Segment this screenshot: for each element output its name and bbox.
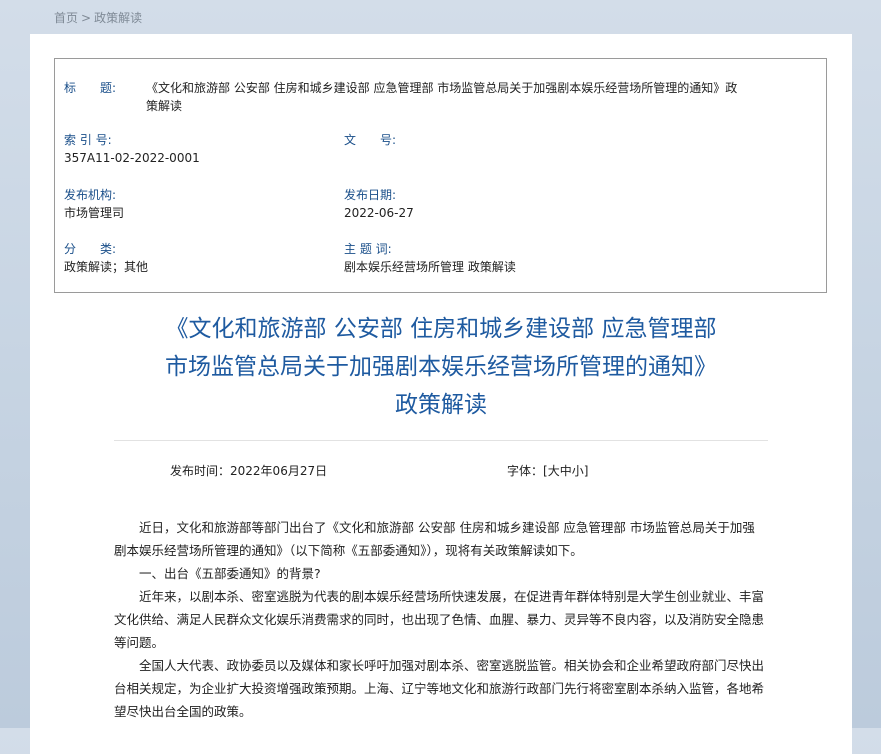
meta-agency-label: 发布机构: [64, 188, 117, 202]
meta-docno-cell: 文 号: [344, 131, 396, 149]
meta-keywords-cell: 主 题 词: 剧本娱乐经营场所管理 政策解读 [344, 240, 516, 276]
meta-category-cell: 分 类: 政策解读；其他 [64, 240, 148, 276]
article-paragraph: 近年来，以剧本杀、密室逃脱为代表的剧本娱乐经营场所快速发展，在促进青年群体特别是… [114, 589, 765, 650]
meta-docno-label: 文 号: [344, 133, 397, 147]
publish-time: 发布时间：2022年06月27日 [170, 462, 327, 479]
font-size-small-button[interactable]: 小 [572, 464, 584, 478]
meta-category-label: 分 类: [64, 242, 117, 256]
meta-keywords-value: 剧本娱乐经营场所管理 政策解读 [344, 260, 516, 274]
document-title-line-2: 市场监管总局关于加强剧本娱乐经营场所管理的通知》 [165, 354, 717, 380]
meta-index-label: 索 引 号: [64, 133, 112, 147]
publish-time-value: 2022年06月27日 [230, 464, 328, 478]
title-divider [114, 440, 768, 441]
article-paragraph: 全国人大代表、政协委员以及媒体和家长呼吁加强对剧本杀、密室逃脱监管。相关协会和企… [114, 658, 765, 719]
font-size-label: 字体： [507, 464, 544, 478]
breadcrumb-current-link[interactable]: 政策解读 [94, 11, 142, 25]
article-paragraph: 一、出台《五部委通知》的背景? [139, 566, 321, 581]
document-title-line-3: 政策解读 [395, 392, 487, 418]
meta-category-value: 政策解读；其他 [64, 260, 149, 274]
content-card: 标 题: 《文化和旅游部 公安部 住房和城乡建设部 应急管理部 市场监管总局关于… [30, 34, 852, 754]
article-body: 近日，文化和旅游部等部门出台了《文化和旅游部 公安部 住房和城乡建设部 应急管理… [114, 516, 766, 723]
article-paragraph: 近日，文化和旅游部等部门出台了《文化和旅游部 公安部 住房和城乡建设部 应急管理… [114, 520, 755, 558]
document-info-table: 标 题: 《文化和旅游部 公安部 住房和城乡建设部 应急管理部 市场监管总局关于… [54, 58, 827, 293]
meta-title-value: 《文化和旅游部 公安部 住房和城乡建设部 应急管理部 市场监管总局关于加强剧本娱… [146, 81, 738, 113]
meta-agency-value: 市场管理司 [64, 206, 125, 220]
meta-date-value: 2022-06-27 [344, 206, 414, 220]
document-title: 《文化和旅游部 公安部 住房和城乡建设部 应急管理部 市场监管总局关于加强剧本娱… [30, 310, 852, 424]
font-size-medium-button[interactable]: 中 [560, 464, 572, 478]
document-title-line-1: 《文化和旅游部 公安部 住房和城乡建设部 应急管理部 [165, 316, 717, 342]
breadcrumb: 首页 > 政策解读 [54, 9, 142, 26]
publish-time-label: 发布时间： [170, 464, 231, 478]
meta-date-cell: 发布日期: 2022-06-27 [344, 186, 414, 222]
meta-index-cell: 索 引 号: 357A11-02-2022-0001 [64, 131, 200, 167]
meta-keywords-label: 主 题 词: [344, 242, 392, 256]
meta-index-value: 357A11-02-2022-0001 [64, 151, 200, 165]
breadcrumb-separator: > [81, 11, 92, 25]
font-size-control: 字体：[大中小] [507, 462, 588, 479]
meta-agency-cell: 发布机构: 市场管理司 [64, 186, 124, 222]
meta-title-label: 标 题: [64, 81, 117, 95]
meta-date-label: 发布日期: [344, 188, 397, 202]
breadcrumb-home-link[interactable]: 首页 [54, 11, 78, 25]
font-size-bracket-close: ] [583, 464, 589, 478]
font-size-large-button[interactable]: 大 [548, 464, 560, 478]
